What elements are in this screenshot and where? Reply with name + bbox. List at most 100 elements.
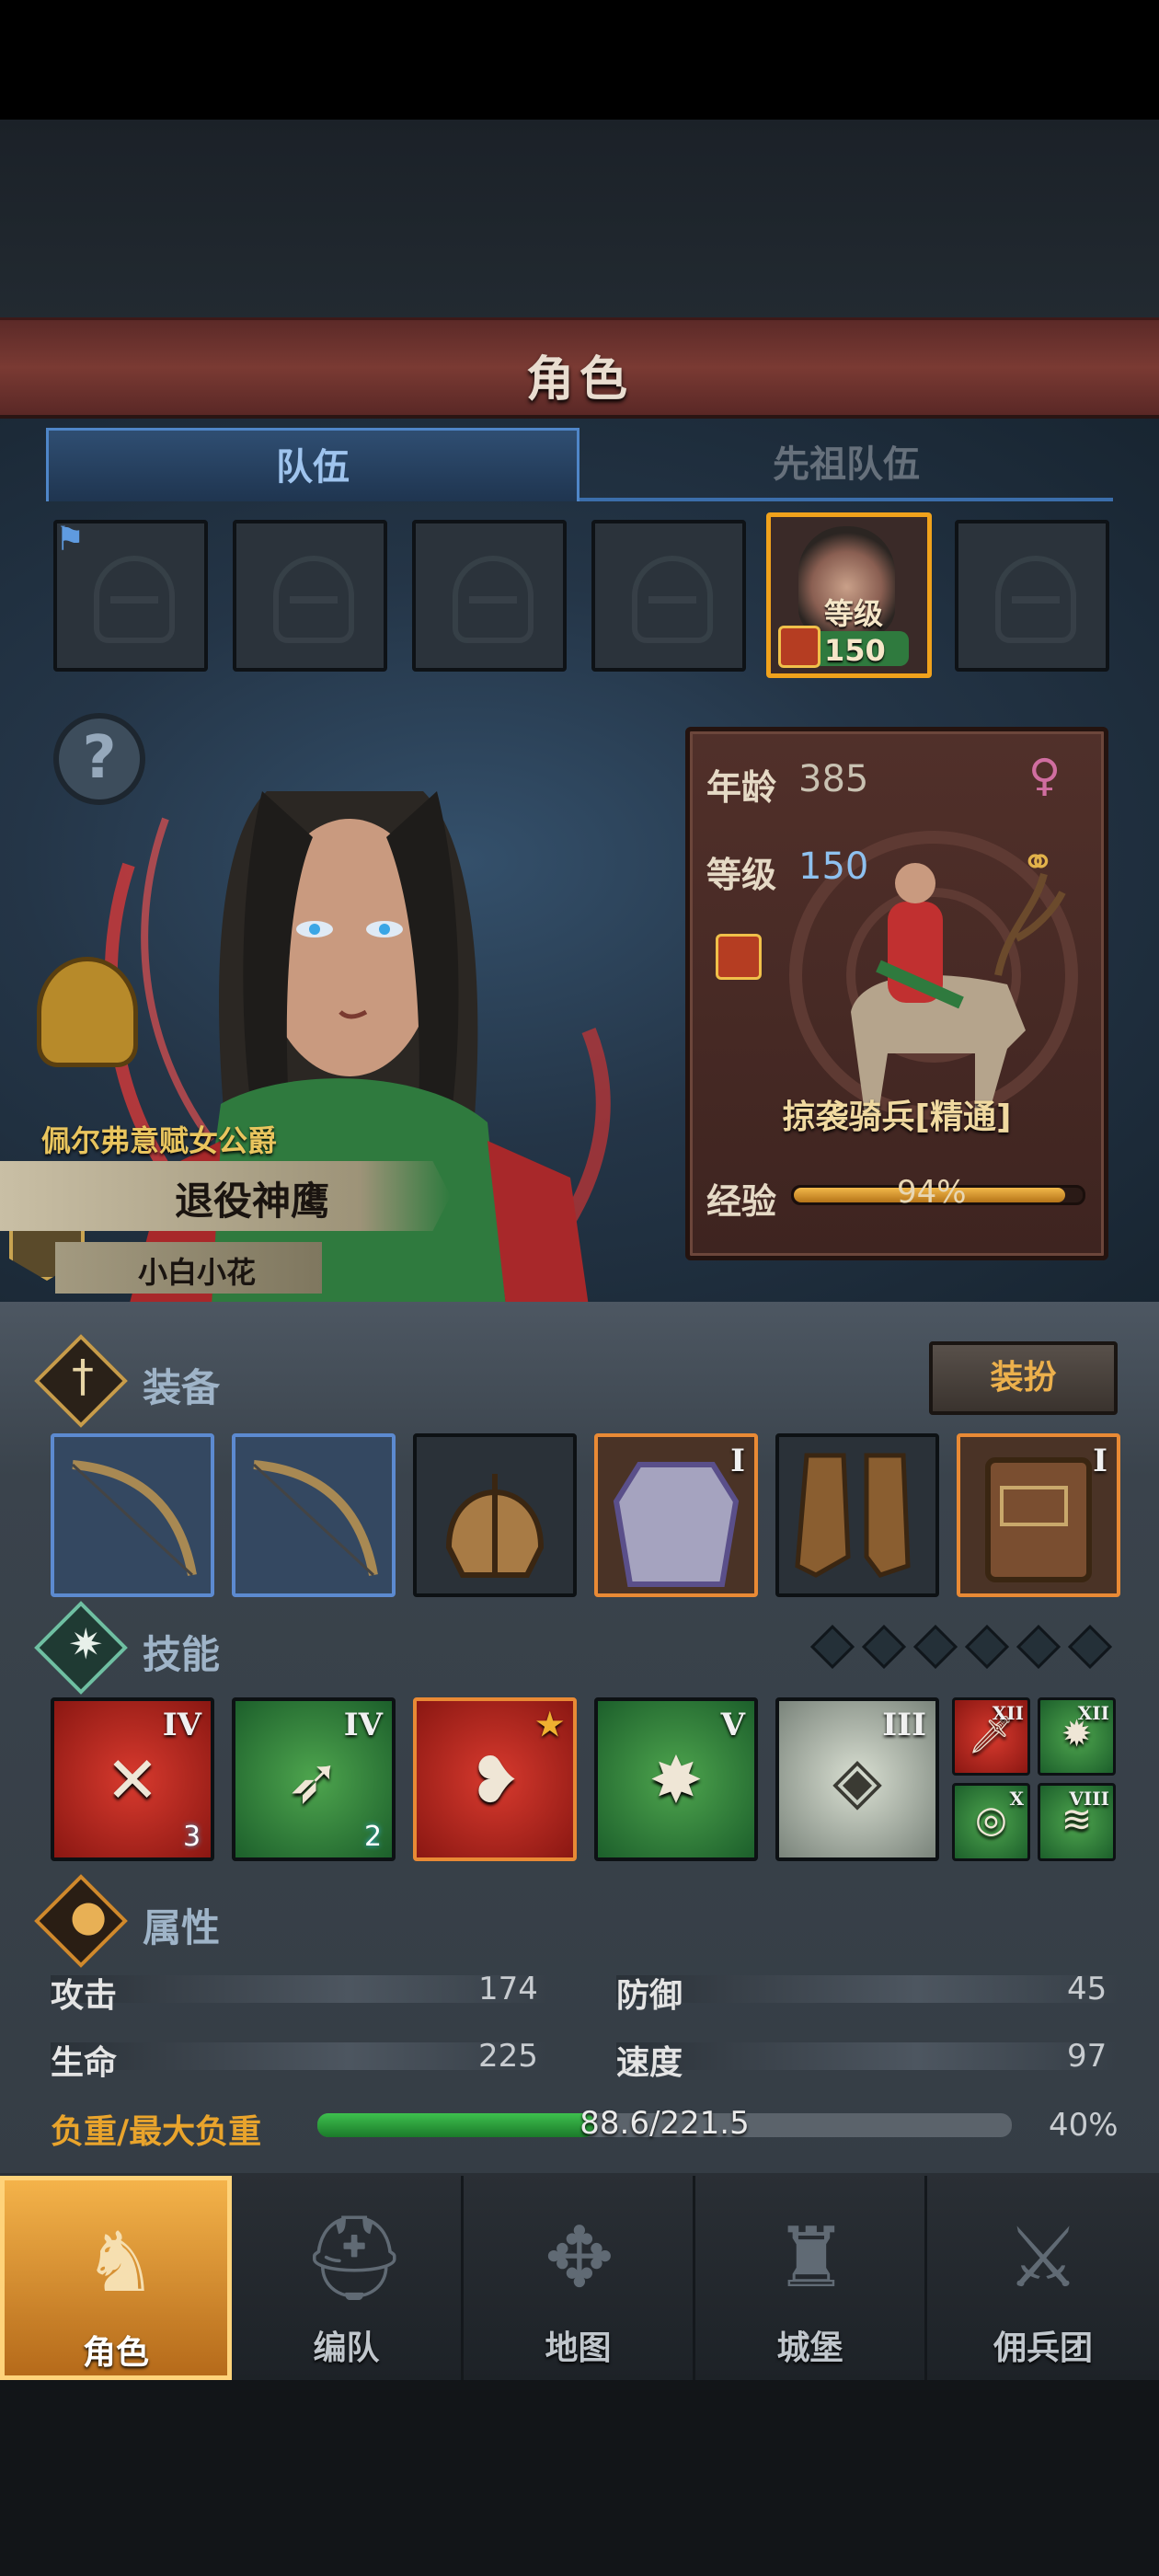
load-value: 88.6/221.5 xyxy=(580,2105,750,2142)
equip-slot-boots[interactable] xyxy=(775,1433,939,1597)
defense-value: 45 xyxy=(1067,1971,1107,2007)
female-gender-icon: ♀ xyxy=(1028,750,1061,801)
skill-tier: X xyxy=(1009,1788,1024,1810)
unit-class-name: 掠袭骑兵[精通] xyxy=(782,1098,1012,1136)
empty-helmet-icon xyxy=(632,556,713,643)
hp-value: 225 xyxy=(478,2038,538,2075)
team-slot-4[interactable] xyxy=(591,520,746,672)
strike-icon: ❥ xyxy=(467,1742,522,1818)
mercenary-icon: ⚔ xyxy=(1005,2210,1081,2306)
equip-tier: I xyxy=(730,1443,745,1479)
age-value: 385 xyxy=(798,758,869,800)
defense-label: 防御 xyxy=(616,1977,683,2015)
skill-slot-5[interactable]: ◈ III xyxy=(775,1697,939,1861)
skill-count-badge: 2 xyxy=(364,1821,383,1853)
exp-label: 经验 xyxy=(706,1181,777,1222)
nav-map[interactable]: ✥ 地图 xyxy=(464,2176,695,2380)
attack-bar xyxy=(51,1975,547,2003)
knight-icon: ♞ xyxy=(83,2214,158,2311)
castle-icon: ♜ xyxy=(774,2210,849,2306)
team-slot-2[interactable] xyxy=(233,520,387,672)
equipment-label: 装备 xyxy=(143,1365,221,1410)
equip-tier: I xyxy=(1093,1443,1107,1479)
skill-count-badge: 3 xyxy=(183,1821,201,1853)
boots-icon xyxy=(795,1453,911,1578)
nav-label: 城堡 xyxy=(776,2329,843,2367)
empty-helmet-icon xyxy=(94,556,175,643)
skill-tier: XII xyxy=(992,1702,1024,1724)
skill-slot-2[interactable]: ➶ IV 2 xyxy=(232,1697,396,1861)
skill-tier: VIII xyxy=(1069,1788,1109,1810)
dress-up-button[interactable]: 装扮 xyxy=(929,1341,1118,1415)
bow-icon xyxy=(71,1460,197,1577)
skill-star-icon: ★ xyxy=(535,1707,564,1743)
helmet-icon xyxy=(445,1474,545,1578)
tab-team[interactable]: 队伍 xyxy=(46,428,580,501)
noble-title: 佩尔弗意赋女公爵 xyxy=(41,1123,278,1158)
mini-skill-4[interactable]: ≋ VIII xyxy=(1038,1783,1116,1861)
player-name: 小白小花 xyxy=(138,1255,257,1290)
dagger-icon: † xyxy=(72,1351,94,1402)
flag-icon: ⚑ xyxy=(55,521,86,558)
attack-value: 174 xyxy=(478,1971,538,2007)
skill-slot-1[interactable]: ✕ IV 3 xyxy=(51,1697,214,1861)
compass-icon: ✥ xyxy=(545,2210,614,2306)
arrow-icon: ➶ xyxy=(286,1742,341,1818)
equip-slot-bow-2[interactable] xyxy=(232,1433,396,1597)
nav-mercenary[interactable]: ⚔ 佣兵团 xyxy=(927,2176,1159,2380)
skill-slot-4[interactable]: ✸ V xyxy=(594,1697,758,1861)
team-slot-5-selected[interactable]: 等级150 xyxy=(766,512,932,678)
helmet-icon: ⛑ xyxy=(302,2210,407,2306)
equip-slot-bow-1[interactable] xyxy=(51,1433,214,1597)
level-value: 150 xyxy=(798,845,869,888)
person-icon: ● xyxy=(70,1891,108,1940)
equip-slot-book[interactable]: I xyxy=(957,1433,1120,1597)
nav-formation[interactable]: ⛑ 编队 xyxy=(232,2176,464,2380)
skill-slot-3[interactable]: ❥ ★ xyxy=(413,1697,577,1861)
skill-tier: XII xyxy=(1077,1702,1109,1724)
load-percent: 40% xyxy=(1049,2107,1119,2144)
team-slot-6[interactable] xyxy=(955,520,1109,672)
skill-tier: IV xyxy=(343,1707,383,1743)
skills-label: 技能 xyxy=(143,1632,221,1677)
empty-helmet-icon xyxy=(453,556,534,643)
slot-level: 等级150 xyxy=(824,596,886,668)
bow-icon xyxy=(252,1460,378,1577)
crystal-burst-icon: ✸ xyxy=(648,1742,704,1818)
attack-label: 攻击 xyxy=(51,1977,118,2015)
equip-slot-armor[interactable]: I xyxy=(594,1433,758,1597)
mini-skill-1[interactable]: 🗡 XII xyxy=(952,1697,1030,1776)
load-label: 负重/最大负重 xyxy=(51,2113,262,2151)
skill-tier: V xyxy=(720,1707,745,1743)
empty-helmet-icon xyxy=(995,556,1076,643)
crossed-blades-icon: ✕ xyxy=(105,1742,160,1818)
class-badge-icon xyxy=(716,934,762,980)
speed-bar xyxy=(616,2042,1118,2070)
rings-icon: ⚭ xyxy=(1021,839,1055,886)
mini-skill-2[interactable]: ✹ XII xyxy=(1038,1697,1116,1776)
nav-character[interactable]: ♞ 角色 xyxy=(0,2176,232,2380)
equip-slot-helmet[interactable] xyxy=(413,1433,577,1597)
defense-bar xyxy=(616,1975,1118,2003)
skill-tier: IV xyxy=(162,1707,201,1743)
nav-label: 角色 xyxy=(82,2334,149,2372)
empty-helmet-icon xyxy=(273,556,354,643)
hp-bar xyxy=(51,2042,547,2070)
exp-percent: 94% xyxy=(897,1174,967,1211)
speed-value: 97 xyxy=(1067,2038,1107,2075)
crystal-hand-icon: ◈ xyxy=(832,1742,882,1818)
speed-label: 速度 xyxy=(616,2044,683,2082)
mini-skill-3[interactable]: ◎ X xyxy=(952,1783,1030,1861)
star-burst-icon: ✷ xyxy=(68,1619,104,1669)
age-label: 年龄 xyxy=(706,767,777,808)
level-label: 等级 xyxy=(706,855,777,895)
nav-label: 佣兵团 xyxy=(993,2329,1093,2367)
bottom-backdrop xyxy=(0,2380,1159,2576)
gold-pouch-icon xyxy=(37,957,138,1067)
tab-ancestor-team[interactable]: 先祖队伍 xyxy=(580,428,1113,501)
team-slot-3[interactable] xyxy=(412,520,567,672)
attributes-label: 属性 xyxy=(143,1905,221,1950)
character-name[interactable]: 退役神鹰 xyxy=(175,1170,329,1226)
nav-label: 地图 xyxy=(545,2329,612,2367)
nav-castle[interactable]: ♜ 城堡 xyxy=(695,2176,927,2380)
